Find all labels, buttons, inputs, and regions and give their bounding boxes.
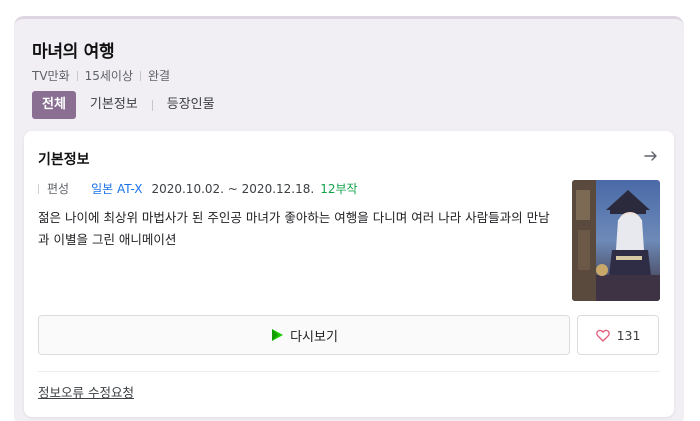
meta-category: TV만화 — [32, 69, 70, 83]
arrow-right-icon[interactable] — [642, 147, 660, 165]
broadcast-info: 편성 일본 AT-X 2020.10.02. ~ 2020.12.18. 12부… — [38, 180, 358, 197]
meta-separator — [76, 70, 78, 81]
rewatch-button[interactable]: 다시보기 — [38, 315, 570, 355]
divider — [38, 371, 660, 372]
anime-info-card: 마녀의 여행 TV만화 15세이상 완결 전체 기본정보 등장인물 기본정보 편… — [14, 16, 684, 421]
tab-bar: 전체 기본정보 등장인물 — [32, 91, 223, 119]
heart-icon — [595, 329, 610, 342]
broadcast-dates: 2020.10.02. ~ 2020.12.18. — [151, 181, 315, 196]
broadcast-bar — [38, 183, 39, 194]
like-count: 131 — [616, 327, 641, 343]
basic-info-panel: 기본정보 편성 일본 AT-X 2020.10.02. ~ 2020.12.18… — [24, 131, 674, 417]
report-error-link[interactable]: 정보오류 수정요청 — [38, 382, 134, 401]
broadcast-label: 편성 — [47, 182, 70, 196]
poster-thumbnail[interactable] — [572, 180, 660, 301]
rewatch-label: 다시보기 — [290, 329, 338, 345]
play-icon — [272, 329, 284, 341]
tab-basic-info[interactable]: 기본정보 — [82, 91, 146, 119]
anime-title: 마녀의 여행 — [32, 42, 115, 62]
episode-count: 12부작 — [320, 182, 358, 196]
tab-all[interactable]: 전체 — [32, 91, 76, 119]
section-title: 기본정보 — [38, 152, 90, 168]
meta-status: 완결 — [148, 69, 171, 83]
meta-separator — [140, 70, 142, 81]
like-button[interactable]: 131 — [577, 315, 659, 355]
tab-characters[interactable]: 등장인물 — [159, 91, 223, 119]
anime-meta: TV만화 15세이상 완결 — [32, 67, 170, 84]
tab-separator — [151, 99, 153, 111]
broadcast-channel[interactable]: 일본 AT-X — [91, 180, 142, 197]
meta-rating: 15세이상 — [84, 69, 134, 83]
synopsis: 젊은 나이에 최상위 마법사가 된 주인공 마녀가 좋아하는 여행을 다니며 여… — [38, 210, 550, 247]
